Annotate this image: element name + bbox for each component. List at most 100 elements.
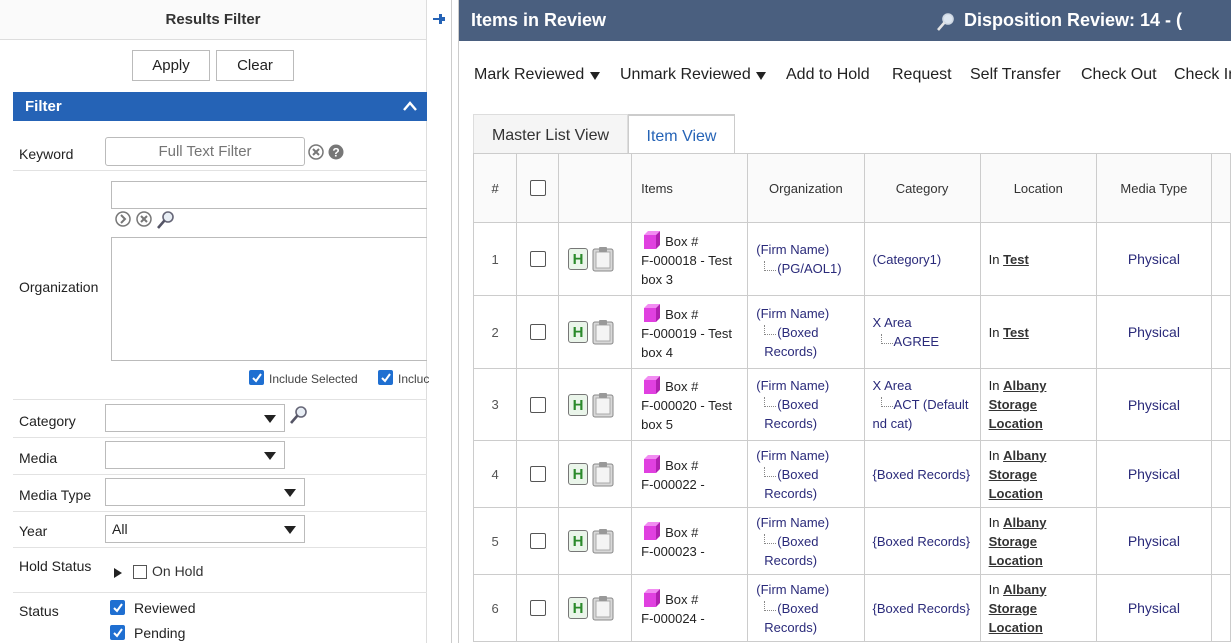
col-organization[interactable]: Organization — [747, 153, 865, 223]
table-row[interactable]: 2 H Box # F-000019 - Test box 4 (Firm Name) (B… — [472, 295, 1231, 369]
row-overflow — [1210, 507, 1231, 575]
location-link[interactable]: Albany — [1003, 582, 1046, 597]
caret-down-icon[interactable] — [590, 72, 600, 80]
location-link[interactable]: Storage — [989, 467, 1037, 482]
row-media-type: Physical — [1095, 368, 1212, 441]
row-select-cell[interactable] — [516, 440, 559, 508]
tab-master-list-view[interactable]: Master List View — [473, 114, 628, 154]
self-transfer-button[interactable]: Self Transfer — [970, 66, 1061, 84]
location-link[interactable]: Storage — [989, 601, 1037, 616]
pin-icon[interactable] — [430, 12, 446, 26]
clipboard-icon[interactable] — [592, 461, 614, 487]
table-row[interactable]: 1 H Box # F-000018 - Test box 3 (Firm Name) (P… — [472, 222, 1231, 296]
triangle-right-icon[interactable] — [114, 568, 122, 578]
table-row[interactable]: 6 H Box # F-000024 - (Firm Name) (Boxed Record… — [472, 574, 1231, 642]
media-type-select[interactable] — [105, 478, 305, 506]
location-link[interactable]: Test — [1003, 252, 1029, 267]
request-button[interactable]: Request — [892, 66, 952, 84]
location-link[interactable]: Albany — [1003, 515, 1046, 530]
row-checkbox[interactable] — [529, 533, 546, 549]
location-link[interactable]: Storage — [989, 534, 1037, 549]
row-checkbox[interactable] — [529, 324, 546, 340]
media-select[interactable] — [105, 441, 285, 469]
location-link[interactable]: Albany — [1003, 448, 1046, 463]
unmark-reviewed-button[interactable]: Unmark Reviewed — [620, 66, 751, 84]
organization-search-input[interactable] — [111, 181, 427, 209]
row-select-cell[interactable] — [516, 295, 559, 369]
row-location: In Test — [979, 222, 1097, 296]
magnifier-icon[interactable] — [289, 405, 309, 425]
hold-icon[interactable]: H — [567, 463, 588, 485]
row-item[interactable]: Box # F-000022 - — [631, 440, 749, 508]
location-link[interactable]: Storage — [989, 397, 1037, 412]
table-row[interactable]: 5 H Box # F-000023 - (Firm Name) (Boxed Record… — [472, 507, 1231, 575]
box-icon — [641, 521, 661, 541]
row-item[interactable]: Box # F-000024 - — [631, 574, 749, 642]
location-prefix: In — [988, 324, 1000, 340]
chevron-up-icon[interactable] — [403, 100, 417, 112]
row-checkbox[interactable] — [529, 466, 546, 482]
keyword-input[interactable] — [105, 137, 305, 166]
apply-button[interactable]: Apply — [132, 49, 210, 81]
col-location[interactable]: Location — [979, 153, 1097, 223]
clear-button[interactable]: Clear — [216, 49, 294, 81]
clipboard-icon[interactable] — [592, 528, 614, 554]
filter-section-header[interactable]: Filter — [13, 92, 427, 121]
include-other-checkbox[interactable] — [378, 370, 393, 385]
hold-icon[interactable]: H — [567, 321, 588, 343]
arrow-right-circle-icon[interactable] — [115, 211, 131, 227]
mark-reviewed-button[interactable]: Mark Reviewed — [474, 66, 584, 84]
tab-item-view[interactable]: Item View — [628, 114, 735, 154]
add-to-hold-button[interactable]: Add to Hold — [786, 66, 870, 84]
clear-circle-icon[interactable] — [136, 211, 152, 227]
status-reviewed-checkbox[interactable] — [110, 600, 125, 615]
row-item[interactable]: Box # F-000023 - — [631, 507, 749, 575]
row-item[interactable]: Box # F-000019 - Test box 4 — [631, 295, 749, 369]
location-link[interactable]: Albany — [1003, 378, 1046, 393]
hold-icon[interactable]: H — [567, 393, 588, 416]
location-link[interactable]: Location — [989, 620, 1043, 635]
location-link[interactable]: Location — [989, 553, 1043, 568]
row-select-cell[interactable] — [516, 222, 559, 296]
row-item[interactable]: Box # F-000018 - Test box 3 — [631, 222, 749, 296]
organization-list-box[interactable] — [111, 237, 427, 361]
row-select-cell[interactable] — [516, 507, 559, 575]
org-parent: (Firm Name) — [756, 378, 830, 393]
category-select[interactable] — [105, 404, 285, 432]
location-link[interactable]: Location — [989, 486, 1043, 501]
hold-icon[interactable]: H — [567, 248, 588, 270]
row-select-cell[interactable] — [516, 574, 559, 642]
check-in-button[interactable]: Check In — [1174, 66, 1231, 84]
clipboard-icon[interactable] — [592, 392, 614, 418]
clipboard-icon[interactable] — [592, 595, 614, 621]
row-item[interactable]: Box # F-000020 - Test box 5 — [631, 368, 749, 441]
help-icon[interactable]: ? — [328, 144, 344, 160]
hold-icon[interactable]: H — [567, 530, 588, 552]
year-select[interactable]: All — [105, 515, 305, 543]
clipboard-icon[interactable] — [592, 246, 614, 272]
table-row[interactable]: 3 H Box # F-000020 - Test box 5 (Firm Name) (B… — [472, 368, 1231, 441]
magnifier-icon[interactable] — [156, 210, 176, 230]
on-hold-checkbox[interactable] — [133, 565, 147, 579]
col-media-type[interactable]: Media Type — [1095, 153, 1212, 223]
location-link[interactable]: Test — [1003, 325, 1029, 340]
include-selected-checkbox[interactable] — [249, 370, 264, 385]
col-category[interactable]: Category — [863, 153, 981, 223]
row-number: 4 — [472, 440, 518, 508]
col-select-all[interactable] — [516, 153, 559, 223]
status-pending-checkbox[interactable] — [110, 625, 125, 640]
location-link[interactable]: Location — [989, 416, 1043, 431]
row-select-cell[interactable] — [516, 368, 559, 441]
caret-down-icon[interactable] — [756, 72, 766, 80]
table-row[interactable]: 4 H Box # F-000022 - (Firm Name) (Boxed Record… — [472, 440, 1231, 508]
clear-circle-icon[interactable] — [308, 144, 324, 160]
row-checkbox[interactable] — [529, 600, 546, 616]
media-type-label: Media Type — [19, 487, 92, 503]
clipboard-icon[interactable] — [592, 319, 614, 345]
col-items[interactable]: Items — [631, 153, 749, 223]
row-checkbox[interactable] — [529, 396, 546, 413]
hold-icon[interactable]: H — [567, 597, 588, 619]
row-checkbox[interactable] — [529, 251, 546, 267]
select-all-checkbox[interactable] — [529, 180, 546, 196]
check-out-button[interactable]: Check Out — [1081, 66, 1157, 84]
